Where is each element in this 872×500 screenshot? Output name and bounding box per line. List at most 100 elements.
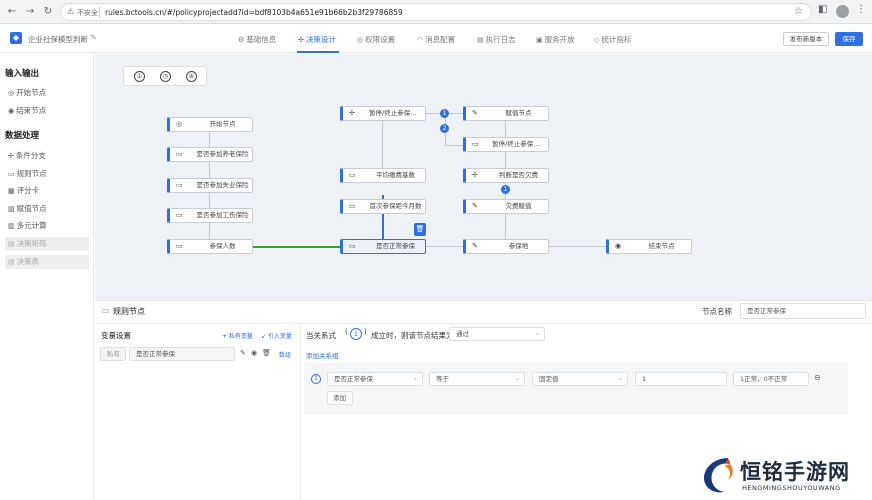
rule-icon: ▭: [176, 181, 183, 189]
save-button[interactable]: 保存: [835, 32, 863, 46]
start-icon: ◎: [8, 89, 15, 97]
divider: [300, 323, 301, 500]
flow-node-avg-base[interactable]: ▭ 平均缴费基数: [340, 168, 426, 183]
forward-icon[interactable]: →: [22, 4, 38, 20]
flow-node-injury[interactable]: ▭ 是否参加工伤保险: [167, 208, 253, 223]
headset-icon: ◠: [417, 36, 424, 44]
browser-toolbar: ← → ↻ ⚠ 不安全 rules.bctools.cn/#/policypro…: [0, 0, 872, 24]
flow-node-fee-assign[interactable]: ✎ 欠费赋值: [463, 199, 549, 214]
decision-icon: ✣: [298, 36, 304, 44]
proc-section-title: 数据处理: [5, 131, 40, 141]
palette-item-matrix[interactable]: ▤ 决策矩阵: [5, 237, 89, 251]
sidebar-icon[interactable]: ◧: [818, 4, 827, 15]
flow-node-insured-place[interactable]: ✎ 参保地: [463, 239, 549, 254]
bookmark-star-icon[interactable]: ☆: [794, 6, 803, 17]
tab-stats[interactable]: ◇ 统计指标: [594, 34, 631, 45]
flow-node-start[interactable]: ◎ 开始节点: [167, 117, 253, 132]
condition-var-select[interactable]: 是否正常参保 ⌄: [327, 372, 423, 386]
delete-node-icon[interactable]: 🗑: [414, 223, 426, 236]
url-text[interactable]: rules.bctools.cn/#/policyprojectadd?id=b…: [105, 8, 403, 17]
condition-valuetype-select[interactable]: 固定值 ⌄: [532, 372, 628, 386]
rule-icon: ▭: [176, 150, 183, 158]
menu-kebab-icon[interactable]: ⋮: [856, 4, 866, 15]
secure-label: 不安全: [77, 9, 98, 17]
tab-exec-log[interactable]: ▤ 执行日志: [477, 34, 516, 45]
info-tool-icon[interactable]: ①: [134, 71, 145, 82]
var-type-link[interactable]: 数组: [279, 350, 291, 359]
end-icon: ◉: [8, 107, 15, 115]
watermark-title: 恒铭手游网: [740, 459, 850, 484]
tab-messages[interactable]: ◠ 消息配置: [417, 34, 455, 45]
palette-item-calc[interactable]: ▥ 多元计算: [5, 219, 89, 233]
tab-permissions[interactable]: ◎ 权限设置: [357, 34, 395, 45]
gear-icon: ⚙: [238, 36, 245, 44]
end-icon: ◉: [615, 242, 622, 250]
add-condition-button[interactable]: 添加: [327, 391, 353, 405]
back-icon[interactable]: ←: [4, 4, 20, 20]
flow-node-judge-arrears[interactable]: ✢ 判断是否欠费: [463, 168, 549, 183]
flow-node-end[interactable]: ◉ 结束节点: [606, 239, 692, 254]
delete-icon[interactable]: 🗑: [262, 349, 271, 357]
address-bar[interactable]: ⚠ 不安全 rules.bctools.cn/#/policyprojectad…: [60, 3, 812, 21]
branch-badge[interactable]: 1: [440, 109, 449, 118]
palette-item-assign[interactable]: ▨ 赋值节点: [5, 202, 89, 216]
badge-tool-icon[interactable]: ⑧: [186, 71, 197, 82]
publish-button[interactable]: 发布新版本: [783, 32, 829, 46]
var-settings-title: 变量设置: [101, 331, 131, 340]
rule-icon: ▭: [349, 202, 356, 210]
paren-open: (: [345, 328, 348, 336]
result-select[interactable]: 通过 ⌄: [449, 327, 545, 341]
palette-item-scorecard[interactable]: ▦ 评分卡: [5, 184, 89, 198]
lock-icon: ◎: [357, 36, 364, 44]
rule-icon: ▭: [349, 242, 356, 250]
service-icon: ▣: [536, 36, 543, 44]
condition-prefix: 当关系式: [306, 331, 336, 340]
flow-node-selected[interactable]: ▭ 是否正常参保: [340, 239, 426, 254]
branch-icon: ✢: [8, 152, 14, 160]
flow-node-pension[interactable]: ▭ 是否参加养老保险: [167, 147, 253, 162]
rule-icon: ▭: [472, 140, 479, 148]
paren-close: ): [364, 328, 367, 336]
var-name-field[interactable]: 是否正常参保: [129, 347, 235, 361]
condition-group: [304, 363, 848, 415]
import-var-button[interactable]: ↙ 引入变量: [261, 331, 292, 340]
flow-node-unemployment[interactable]: ▭ 是否参加失业保险: [167, 178, 253, 193]
flow-node-stop-time-2[interactable]: ▭ 暂停/终止参保时...: [463, 137, 549, 152]
condition-operator-select[interactable]: 等于 ⌄: [429, 372, 525, 386]
edit-icon[interactable]: ✎: [90, 33, 97, 42]
flow-node-first-pay[interactable]: ▭ 首次参保距今月数: [340, 199, 426, 214]
connector: [426, 246, 464, 247]
condition-row-index: 1: [311, 374, 321, 384]
flow-node-headcount[interactable]: ▭ 参保人数: [167, 239, 253, 254]
rule-icon: ▭: [349, 171, 356, 179]
palette-item-start[interactable]: ◎ 开始节点: [5, 86, 89, 100]
flow-node-assign[interactable]: ✎ 赋值节点: [463, 106, 549, 121]
branch-badge[interactable]: 1: [501, 185, 510, 194]
condition-value-input[interactable]: 1: [635, 372, 727, 386]
tab-basic-info[interactable]: ⚙ 基础信息: [238, 34, 276, 45]
node-name-input[interactable]: 是否正常参保: [740, 303, 866, 319]
profile-avatar[interactable]: [836, 5, 849, 18]
scorecard-icon: ▦: [8, 187, 15, 195]
palette-item-table[interactable]: ▤ 决策表: [5, 255, 89, 269]
tab-decision-design[interactable]: ✣ 决策设计: [298, 34, 336, 45]
add-private-var-button[interactable]: + 私有变量: [222, 331, 253, 340]
flow-node-stop-time[interactable]: ✢ 暂停/终止参保时...: [340, 106, 426, 121]
clock-tool-icon[interactable]: ◷: [160, 71, 171, 82]
assign-icon: ✎: [472, 202, 478, 210]
rule-icon: ▭: [102, 306, 110, 315]
edit-icon[interactable]: ✎: [240, 349, 246, 357]
panel-title: 规则节点: [113, 307, 145, 316]
branch-badge[interactable]: 2: [440, 124, 449, 133]
palette-item-branch[interactable]: ✢ 条件分支: [5, 149, 89, 163]
tab-service[interactable]: ▣ 服务开放: [536, 34, 575, 45]
condition-note-input[interactable]: 1正常，0不正常: [733, 372, 809, 386]
palette-item-end[interactable]: ◉ 结束节点: [5, 104, 89, 118]
condition-number[interactable]: 1: [350, 328, 362, 340]
remove-condition-icon[interactable]: ⊖: [814, 373, 821, 382]
palette-item-rule[interactable]: ▭ 规则节点: [5, 167, 89, 181]
reload-icon[interactable]: ↻: [40, 4, 56, 20]
divider: [99, 7, 100, 18]
add-relation-group-link[interactable]: 添加关系组: [306, 350, 339, 360]
eye-icon[interactable]: ◉: [251, 349, 257, 357]
